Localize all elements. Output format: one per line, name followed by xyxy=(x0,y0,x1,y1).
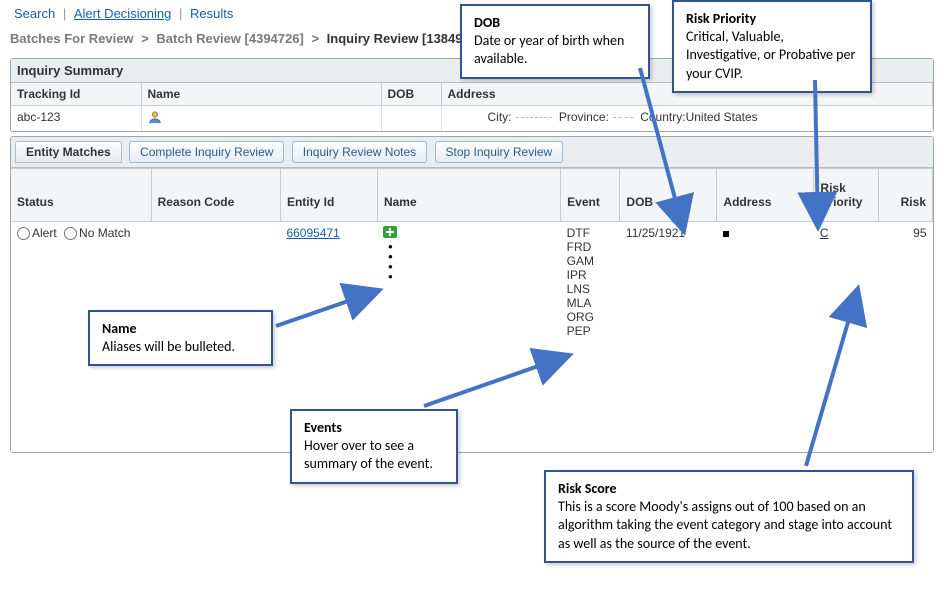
entity-matches-panel: Entity Matches Complete Inquiry Review I… xyxy=(10,136,934,453)
callout-riskprio-body: Critical, Valuable, Investigative, or Pr… xyxy=(686,28,855,81)
radio-alert-label: Alert xyxy=(32,226,57,240)
callout-name-body: Aliases will be bulleted. xyxy=(102,338,235,355)
expand-plus-icon[interactable] xyxy=(383,226,397,238)
cell-risk-priority: C xyxy=(814,222,879,343)
callout-dob-title: DOB xyxy=(474,14,500,31)
th-entity-id: Entity Id xyxy=(280,169,377,222)
th-reason: Reason Code xyxy=(151,169,280,222)
country-value: United States xyxy=(686,110,758,124)
pipe-icon: | xyxy=(63,6,66,21)
callout-riskscore-body: This is a score Moody's assigns out of 1… xyxy=(558,498,892,551)
event-list[interactable]: DTF FRD GAM IPR LNS MLA ORG PEP xyxy=(567,226,614,338)
cell-events: DTF FRD GAM IPR LNS MLA ORG PEP xyxy=(561,222,620,343)
stop-inquiry-button[interactable]: Stop Inquiry Review xyxy=(435,141,564,163)
nav-results-link[interactable]: Results xyxy=(186,6,237,21)
event-code[interactable]: FRD xyxy=(567,240,614,254)
event-code[interactable]: LNS xyxy=(567,282,614,296)
chevron-right-icon: > xyxy=(307,31,323,46)
th-risk: Risk xyxy=(879,169,933,222)
alias-bullets-icon: •••• xyxy=(383,242,397,282)
th-risk-priority: Risk Priority xyxy=(814,169,879,222)
callout-risk-score: Risk Score This is a score Moody's assig… xyxy=(544,470,914,563)
th-dob: DOB xyxy=(381,83,441,106)
callout-events-title: Events xyxy=(304,419,342,436)
dash-icon xyxy=(613,117,633,118)
callout-name-title: Name xyxy=(102,320,137,337)
cell-name xyxy=(141,106,381,132)
breadcrumb-batches[interactable]: Batches For Review xyxy=(10,31,134,46)
cell-entity-name: •••• xyxy=(377,222,560,343)
breadcrumb-inquiry-review: Inquiry Review [13849] xyxy=(327,31,467,46)
cell-risk-score: 95 xyxy=(879,222,933,343)
callout-risk-priority: Risk Priority Critical, Valuable, Invest… xyxy=(672,0,872,93)
event-code[interactable]: PEP xyxy=(567,324,614,338)
inquiry-notes-button[interactable]: Inquiry Review Notes xyxy=(292,141,427,163)
th-entity-name: Name xyxy=(377,169,560,222)
th-status: Status xyxy=(11,169,151,222)
entity-matches-header: Entity Matches Complete Inquiry Review I… xyxy=(11,137,933,168)
breadcrumb-batch-review[interactable]: Batch Review [4394726] xyxy=(156,31,303,46)
th-event: Event xyxy=(561,169,620,222)
cell-entity-address xyxy=(717,222,814,343)
city-label: City: xyxy=(488,110,512,124)
event-code[interactable]: MLA xyxy=(567,296,614,310)
radio-alert[interactable] xyxy=(17,227,30,240)
callout-dob-body: Date or year of birth when available. xyxy=(474,32,624,67)
callout-dob: DOB Date or year of birth when available… xyxy=(460,4,650,79)
nav-alert-decisioning-link[interactable]: Alert Decisioning xyxy=(70,6,176,21)
cell-entity-dob: 11/25/1921 xyxy=(620,222,717,343)
nav-search-link[interactable]: Search xyxy=(10,6,59,21)
pipe-icon: | xyxy=(179,6,182,21)
callout-riskprio-title: Risk Priority xyxy=(686,10,756,27)
callout-events: Events Hover over to see a summary of th… xyxy=(290,409,458,484)
country-label: Country: xyxy=(640,110,685,124)
tab-entity-matches[interactable]: Entity Matches xyxy=(15,141,122,163)
th-name: Name xyxy=(141,83,381,106)
cell-entity-id: 66095471 xyxy=(280,222,377,343)
radio-no-match-label: No Match xyxy=(79,226,130,240)
complete-inquiry-button[interactable]: Complete Inquiry Review xyxy=(129,141,284,163)
th-entity-dob: DOB xyxy=(620,169,717,222)
cell-dob xyxy=(381,106,441,132)
callout-events-body: Hover over to see a summary of the event… xyxy=(304,437,433,472)
risk-priority-value[interactable]: C xyxy=(820,226,829,240)
event-code[interactable]: DTF xyxy=(567,226,614,240)
person-icon xyxy=(148,113,162,127)
chevron-right-icon: > xyxy=(137,31,153,46)
dash-icon xyxy=(516,117,552,118)
event-code[interactable]: GAM xyxy=(567,254,614,268)
radio-no-match[interactable] xyxy=(64,227,77,240)
cell-tracking-id: abc-123 xyxy=(11,106,141,132)
address-marker-icon xyxy=(723,231,729,237)
th-entity-address: Address xyxy=(717,169,814,222)
cell-address: City: Province: Country:United States xyxy=(441,106,933,132)
event-code[interactable]: IPR xyxy=(567,268,614,282)
event-code[interactable]: ORG xyxy=(567,310,614,324)
province-label: Province: xyxy=(559,110,609,124)
callout-riskscore-title: Risk Score xyxy=(558,480,617,497)
entity-id-link[interactable]: 66095471 xyxy=(286,226,339,240)
th-tracking: Tracking Id xyxy=(11,83,141,106)
callout-name: Name Aliases will be bulleted. xyxy=(88,310,273,366)
